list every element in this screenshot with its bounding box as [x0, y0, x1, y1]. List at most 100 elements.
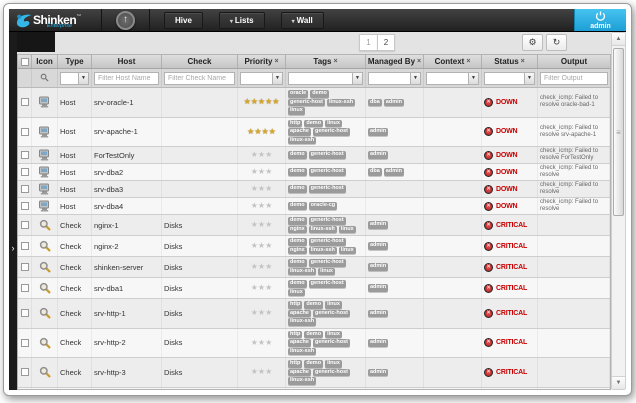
tag-chip: generic-host	[309, 259, 346, 267]
user-menu-button[interactable]: admin	[574, 9, 626, 31]
table-row[interactable]: Checkshinken-serverDisks★★★demogeneric-h…	[18, 257, 610, 278]
table-row[interactable]: Checknginx-2Disks★★★demogeneric-hostngin…	[18, 236, 610, 257]
column-header-tags[interactable]: Tags×	[286, 55, 366, 68]
refresh-button[interactable]: ↻	[546, 34, 567, 51]
row-checkbox[interactable]	[21, 98, 29, 106]
scrollbar-up-button[interactable]: ▲	[612, 33, 625, 46]
row-checkbox[interactable]	[21, 309, 29, 317]
column-header-sel[interactable]	[18, 55, 32, 68]
tag-chip: linux-ssh	[288, 137, 316, 145]
star-icon: ★	[272, 98, 279, 106]
managed-by-chip: admin	[368, 310, 388, 318]
row-checkbox[interactable]	[21, 339, 29, 347]
tag-chip: linux-ssh	[288, 348, 316, 356]
column-header-check[interactable]: Check	[162, 55, 238, 68]
row-checkbox[interactable]	[21, 284, 29, 292]
managed-by-cell: dbaadmin	[366, 88, 424, 117]
filter-input-host[interactable]	[94, 72, 159, 85]
row-icon-cell	[32, 147, 58, 163]
settings-button[interactable]: ⚙	[522, 34, 543, 51]
filter-select-managed[interactable]: ▼	[368, 72, 421, 85]
table-row[interactable]: Checksrv-http-3Disks★★★httpdemolinuxapac…	[18, 358, 610, 388]
brand[interactable]: Shinken™ Enterprise	[9, 9, 101, 31]
row-checkbox[interactable]	[21, 263, 29, 271]
star-icon: ★	[265, 339, 272, 347]
row-checkbox[interactable]	[21, 151, 29, 159]
output-cell: check_icmp: Failed to resolve srv-apache…	[538, 118, 610, 147]
scroll-top-button[interactable]: ↑	[116, 11, 135, 30]
filter-cell-output	[538, 69, 610, 87]
row-select-cell	[18, 181, 32, 197]
row-checkbox[interactable]	[21, 202, 29, 210]
nav-button-lists[interactable]: ▾Lists	[219, 12, 265, 29]
column-close-icon: ×	[333, 58, 337, 65]
icon-filter-button[interactable]	[40, 69, 49, 87]
table-row[interactable]: Hostsrv-dba2★★★demogeneric-hostdbaadmin✕…	[18, 164, 610, 181]
critical-cross-icon: ✕	[484, 98, 493, 107]
tag-chip: demo	[304, 331, 323, 339]
output-cell	[538, 358, 610, 387]
column-header-context[interactable]: Context×	[424, 55, 482, 68]
table-row[interactable]: Hostsrv-oracle-1★★★★★oracledemogeneric-h…	[18, 88, 610, 118]
table-row[interactable]: Checksrv-dba1Disks★★★demogeneric-hostlin…	[18, 278, 610, 299]
managed-by-chip: admin	[368, 128, 388, 136]
table-row[interactable]: Checksrv-http-1Disks★★★httpdemolinuxapac…	[18, 299, 610, 329]
pagination: 12	[359, 34, 395, 51]
table-row[interactable]: Checksrv-http-2Disks★★★httpdemolinuxapac…	[18, 329, 610, 359]
nav-button-hive[interactable]: Hive	[164, 12, 203, 29]
nav-button-wall[interactable]: ▾Wall	[281, 12, 324, 29]
filter-cell-status: ▼	[482, 69, 538, 87]
table-row[interactable]: Hostsrv-dba3★★★demogeneric-host✕DOWNchec…	[18, 181, 610, 198]
output-cell	[538, 236, 610, 256]
managed-by-cell: admin	[366, 388, 424, 391]
row-checkbox[interactable]	[21, 242, 29, 250]
toolbar: 12 ⚙ ↻	[17, 32, 611, 54]
scrollbar-thumb[interactable]: ≡	[613, 48, 624, 216]
row-checkbox[interactable]	[21, 368, 29, 376]
page-button-1[interactable]: 1	[359, 34, 377, 51]
magnifier-icon	[39, 366, 51, 378]
table-row[interactable]: Checksrv-mongo-1Disks★★★mongodbdemogener…	[18, 388, 610, 391]
row-icon-cell	[32, 358, 58, 387]
managed-by-chip: admin	[368, 284, 388, 292]
status-label: CRITICAL	[496, 243, 527, 250]
table-row[interactable]: Hostsrv-apache-1★★★★httpdemolinuxapacheg…	[18, 118, 610, 148]
table-row[interactable]: HostForTestOnly★★★demogeneric-hostadmin✕…	[18, 147, 610, 164]
column-header-output[interactable]: Output	[538, 55, 610, 68]
vertical-scrollbar[interactable]: ▲ ≡ ▼	[611, 32, 626, 390]
column-header-icon[interactable]: Icon	[32, 55, 58, 68]
filter-input-output[interactable]	[540, 72, 608, 85]
filter-select-type[interactable]: ▼	[60, 72, 89, 85]
row-checkbox[interactable]	[21, 221, 29, 229]
row-checkbox[interactable]	[21, 185, 29, 193]
table-row[interactable]: Hostsrv-dba4★★★demooracle-cg✕DOWNcheck_i…	[18, 198, 610, 215]
sidebar-toggle[interactable]: ›	[9, 237, 17, 259]
tags-cell: demogeneric-host	[286, 181, 366, 197]
page-button-2[interactable]: 2	[377, 34, 395, 51]
column-header-priority[interactable]: Priority×	[238, 55, 286, 68]
column-header-status[interactable]: Status×	[482, 55, 538, 68]
filter-select-context[interactable]: ▼	[426, 72, 479, 85]
table-row[interactable]: Checknginx-1Disks★★★demogeneric-hostngin…	[18, 215, 610, 236]
context-cell	[424, 278, 482, 298]
type-cell: Host	[58, 147, 92, 163]
column-header-type[interactable]: Type	[58, 55, 92, 68]
filter-select-tags[interactable]: ▼	[288, 72, 363, 85]
check-cell: Disks	[162, 236, 238, 256]
row-select-cell	[18, 88, 32, 117]
status-label: DOWN	[496, 99, 517, 106]
select-all-checkbox[interactable]	[21, 58, 29, 66]
row-checkbox[interactable]	[21, 168, 29, 176]
row-checkbox[interactable]	[21, 128, 29, 136]
column-header-managed[interactable]: Managed By×	[366, 55, 424, 68]
column-header-label: Managed By	[368, 57, 415, 66]
scrollbar-down-button[interactable]: ▼	[612, 376, 625, 389]
filter-select-status[interactable]: ▼	[484, 72, 535, 85]
filter-cell-tags: ▼	[286, 69, 366, 87]
host-cell: nginx-1	[92, 215, 162, 235]
filter-select-priority[interactable]: ▼	[240, 72, 283, 85]
priority-cell: ★★★	[238, 329, 286, 358]
column-header-host[interactable]: Host	[92, 55, 162, 68]
filter-input-check[interactable]	[164, 72, 235, 85]
priority-cell: ★★★	[238, 147, 286, 163]
